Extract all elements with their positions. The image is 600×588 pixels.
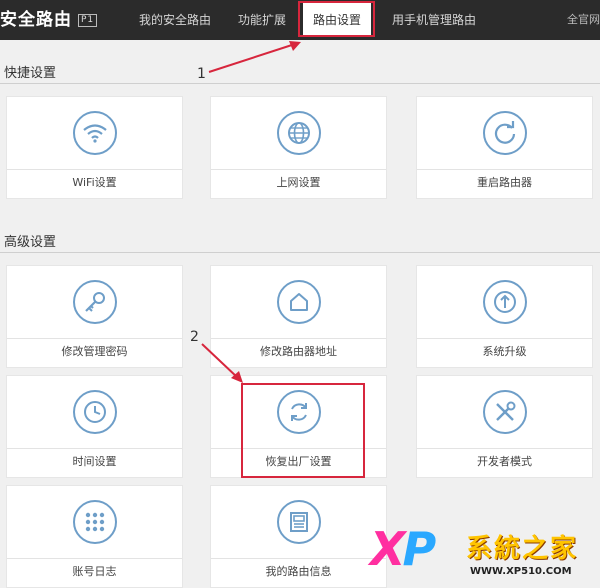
- annotation-arrow-1: [208, 41, 301, 73]
- card-developer-mode[interactable]: 开发者模式: [416, 375, 593, 478]
- section-title-advanced: 高级设置: [4, 235, 57, 250]
- watermark-site-name: 系統之家: [466, 534, 579, 564]
- nav-extensions[interactable]: 功能扩展: [238, 0, 286, 40]
- watermark-xp-logo: XP: [370, 522, 436, 576]
- restart-icon: [482, 111, 527, 155]
- annotation-box-nav: [298, 1, 375, 37]
- globe-icon: [276, 111, 321, 155]
- card-label: 上网设置: [211, 169, 386, 198]
- divider: [0, 83, 600, 84]
- home-icon: [276, 280, 321, 324]
- card-account-log[interactable]: 账号日志: [6, 485, 183, 588]
- brand-name: 安全路由: [0, 10, 72, 30]
- annotation-arrow-2: [201, 343, 243, 383]
- card-internet-settings[interactable]: 上网设置: [210, 96, 387, 199]
- nav-my-router[interactable]: 我的安全路由: [139, 0, 211, 40]
- info-card-icon: [276, 500, 321, 544]
- card-label: WiFi设置: [7, 169, 182, 198]
- wm-x: X: [370, 522, 406, 576]
- card-time-settings[interactable]: 时间设置: [6, 375, 183, 478]
- card-label: 时间设置: [7, 448, 182, 477]
- card-label: 开发者模式: [417, 448, 592, 477]
- card-label: 重启路由器: [417, 169, 592, 198]
- clock-icon: [72, 390, 117, 434]
- card-my-router-info[interactable]: 我的路由信息: [210, 485, 387, 588]
- watermark-logo: XP 系統之家 WWW.XP510.COM: [370, 520, 600, 586]
- official-site-link[interactable]: 全官网: [567, 0, 600, 40]
- wm-p: P: [402, 522, 436, 576]
- grid-icon: [72, 500, 117, 544]
- divider: [0, 252, 600, 253]
- wifi-icon: [72, 111, 117, 155]
- brand-badge: P1: [78, 13, 98, 27]
- card-label: 我的路由信息: [211, 558, 386, 587]
- section-title-quick: 快捷设置: [4, 66, 57, 81]
- watermark-url: WWW.XP510.COM: [470, 566, 572, 577]
- nav-mobile-manage[interactable]: 用手机管理路由: [392, 0, 476, 40]
- card-label: 系统升级: [417, 338, 592, 367]
- annotation-box-factory-reset: [241, 383, 365, 478]
- card-label: 账号日志: [7, 558, 182, 587]
- upgrade-icon: [482, 280, 527, 324]
- card-change-admin-password[interactable]: 修改管理密码: [6, 265, 183, 368]
- key-icon: [72, 280, 117, 324]
- card-wifi-settings[interactable]: WiFi设置: [6, 96, 183, 199]
- card-label: 修改管理密码: [7, 338, 182, 367]
- card-restart-router[interactable]: 重启路由器: [416, 96, 593, 199]
- tools-icon: [482, 390, 527, 434]
- brand-logo[interactable]: 安全路由 P1: [0, 0, 98, 40]
- card-system-upgrade[interactable]: 系统升级: [416, 265, 593, 368]
